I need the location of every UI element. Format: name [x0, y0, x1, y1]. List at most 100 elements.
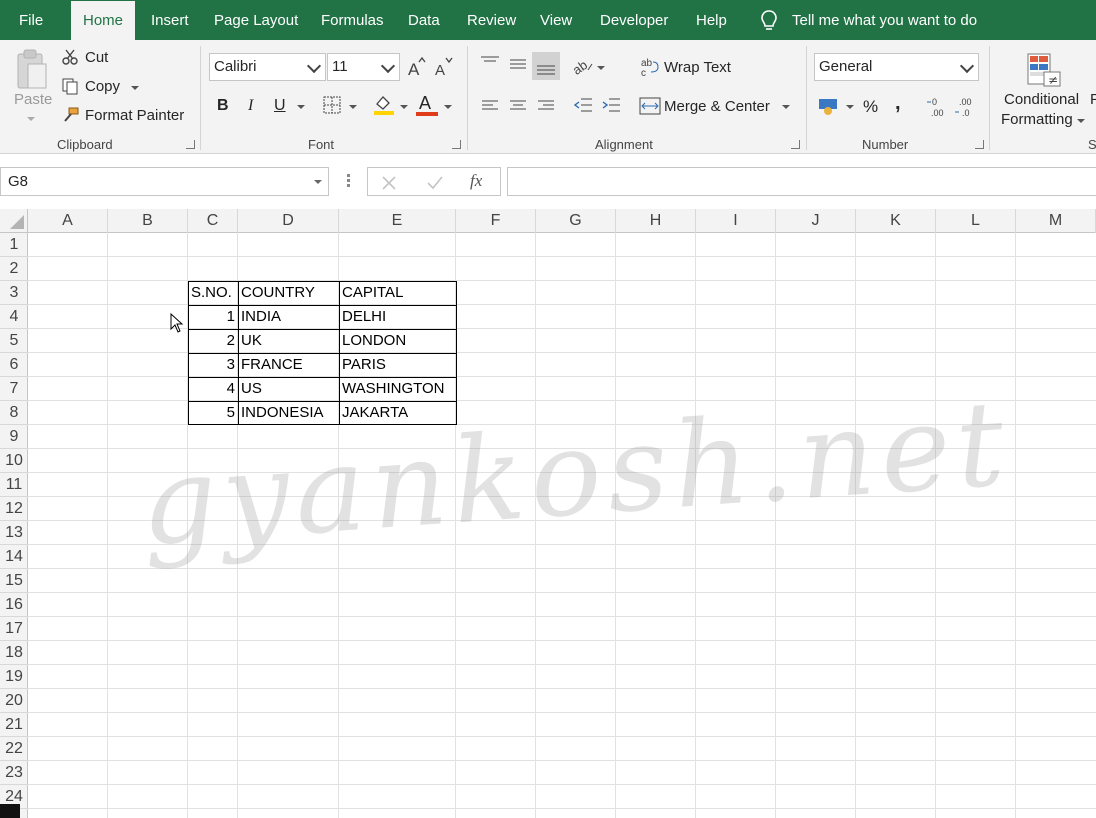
table-cell[interactable]: FRANCE	[238, 353, 339, 377]
number-dialog-launcher[interactable]	[975, 140, 984, 149]
tab-review[interactable]: Review	[467, 0, 516, 40]
middle-align-icon[interactable]	[508, 56, 528, 72]
table-cell[interactable]: 3	[188, 353, 238, 377]
merge-center-button[interactable]: Merge & Center	[664, 98, 770, 115]
row-header[interactable]: 23	[0, 761, 28, 785]
column-header[interactable]: G	[536, 209, 616, 233]
align-left-icon[interactable]	[481, 99, 499, 113]
table-cell[interactable]: DELHI	[339, 305, 456, 329]
worksheet-grid[interactable]: ABCDEFGHIJKLM 1 2 3 4 5 6 7 8 9 10 11 12 13 14 15 16 17 1…	[0, 209, 1096, 818]
column-header[interactable]: D	[238, 209, 339, 233]
merge-center-dropdown-caret[interactable]	[782, 105, 790, 109]
increase-decimal-icon[interactable]: 0 .00	[926, 96, 948, 118]
table-cell[interactable]: PARIS	[339, 353, 456, 377]
row-header[interactable]: 20	[0, 689, 28, 713]
clipboard-dialog-launcher[interactable]	[186, 140, 195, 149]
table-cell[interactable]: WASHINGTON	[339, 377, 456, 401]
table-cell[interactable]: COUNTRY	[238, 281, 339, 305]
column-header[interactable]: F	[456, 209, 536, 233]
font-color-button[interactable]: A	[419, 93, 431, 114]
orientation-dropdown-caret[interactable]	[597, 66, 605, 70]
percent-style-button[interactable]: %	[863, 97, 878, 117]
column-header[interactable]: I	[696, 209, 776, 233]
confirm-entry-icon[interactable]	[426, 175, 444, 191]
lightbulb-icon[interactable]	[760, 10, 778, 32]
conditional-formatting-label-line1[interactable]: Conditional	[1004, 91, 1079, 108]
row-header[interactable]: 19	[0, 665, 28, 689]
format-as-table-partial[interactable]: F	[1090, 91, 1096, 108]
column-header[interactable]: B	[108, 209, 188, 233]
table-cell[interactable]: UK	[238, 329, 339, 353]
cancel-entry-icon[interactable]	[381, 175, 397, 191]
alignment-dialog-launcher[interactable]	[791, 140, 800, 149]
row-header[interactable]: 13	[0, 521, 28, 545]
tab-file[interactable]: File	[19, 0, 43, 40]
comma-style-button[interactable]: ,	[895, 92, 901, 115]
font-name-select[interactable]: Calibri	[209, 53, 326, 81]
name-box[interactable]: G8	[0, 167, 329, 196]
decrease-indent-icon[interactable]	[573, 97, 593, 115]
format-painter-button[interactable]: Format Painter	[85, 107, 184, 124]
tab-developer[interactable]: Developer	[600, 0, 668, 40]
table-cell[interactable]: JAKARTA	[339, 401, 456, 425]
fill-color-dropdown-caret[interactable]	[400, 105, 408, 109]
copy-dropdown-caret[interactable]	[131, 86, 139, 90]
paste-dropdown-caret[interactable]	[27, 117, 35, 121]
row-header[interactable]: 9	[0, 425, 28, 449]
column-header[interactable]: L	[936, 209, 1016, 233]
table-cell[interactable]: S.NO.	[188, 281, 238, 305]
align-right-icon[interactable]	[537, 99, 555, 113]
name-box-dropdown-caret[interactable]	[314, 180, 322, 184]
tab-page-layout[interactable]: Page Layout	[214, 0, 298, 40]
column-header[interactable]: E	[339, 209, 456, 233]
formula-input[interactable]	[507, 167, 1096, 196]
orientation-icon[interactable]: ab	[572, 56, 594, 76]
table-cell[interactable]: 4	[188, 377, 238, 401]
table-cell[interactable]: LONDON	[339, 329, 456, 353]
increase-font-size-icon[interactable]: A	[406, 56, 426, 78]
row-header[interactable]: 6	[0, 353, 28, 377]
top-align-icon[interactable]	[480, 56, 500, 70]
conditional-formatting-label-line2[interactable]: Formatting	[1001, 111, 1073, 128]
row-header[interactable]: 18	[0, 641, 28, 665]
row-header[interactable]: 1	[0, 233, 28, 257]
resize-grip-icon[interactable]	[347, 174, 350, 177]
borders-dropdown-caret[interactable]	[349, 105, 357, 109]
row-header[interactable]: 21	[0, 713, 28, 737]
wrap-text-button[interactable]: Wrap Text	[664, 59, 731, 76]
column-header[interactable]: C	[188, 209, 238, 233]
tab-data[interactable]: Data	[408, 0, 440, 40]
insert-function-button[interactable]: fx	[470, 171, 482, 191]
tab-help[interactable]: Help	[696, 0, 727, 40]
table-cell[interactable]: US	[238, 377, 339, 401]
table-cell[interactable]: 1	[188, 305, 238, 329]
conditional-formatting-icon[interactable]: ≠	[1026, 52, 1062, 88]
row-header[interactable]: 3	[0, 281, 28, 305]
number-format-select[interactable]: General	[814, 53, 979, 81]
row-header[interactable]: 16	[0, 593, 28, 617]
tab-insert[interactable]: Insert	[151, 0, 189, 40]
paste-button[interactable]: Paste	[14, 91, 52, 108]
tell-me-search[interactable]: Tell me what you want to do	[792, 0, 977, 40]
column-header[interactable]: A	[28, 209, 108, 233]
row-header[interactable]: 4	[0, 305, 28, 329]
table-cell[interactable]: 5	[188, 401, 238, 425]
row-header[interactable]: 15	[0, 569, 28, 593]
select-all-corner[interactable]	[0, 209, 28, 233]
italic-button[interactable]: I	[248, 97, 253, 115]
fill-color-icon[interactable]	[373, 94, 395, 116]
font-dialog-launcher[interactable]	[452, 140, 461, 149]
tab-formulas[interactable]: Formulas	[321, 0, 384, 40]
row-header[interactable]: 17	[0, 617, 28, 641]
row-header[interactable]: 22	[0, 737, 28, 761]
tab-home[interactable]: Home	[71, 1, 136, 40]
decrease-decimal-icon[interactable]: .00 .0	[954, 96, 976, 118]
accounting-format-icon[interactable]	[818, 96, 842, 116]
borders-icon[interactable]	[323, 96, 341, 114]
column-header[interactable]: J	[776, 209, 856, 233]
row-header[interactable]: 5	[0, 329, 28, 353]
row-header[interactable]: 14	[0, 545, 28, 569]
align-center-icon[interactable]	[509, 99, 527, 113]
column-header[interactable]: M	[1016, 209, 1096, 233]
column-header[interactable]: H	[616, 209, 696, 233]
